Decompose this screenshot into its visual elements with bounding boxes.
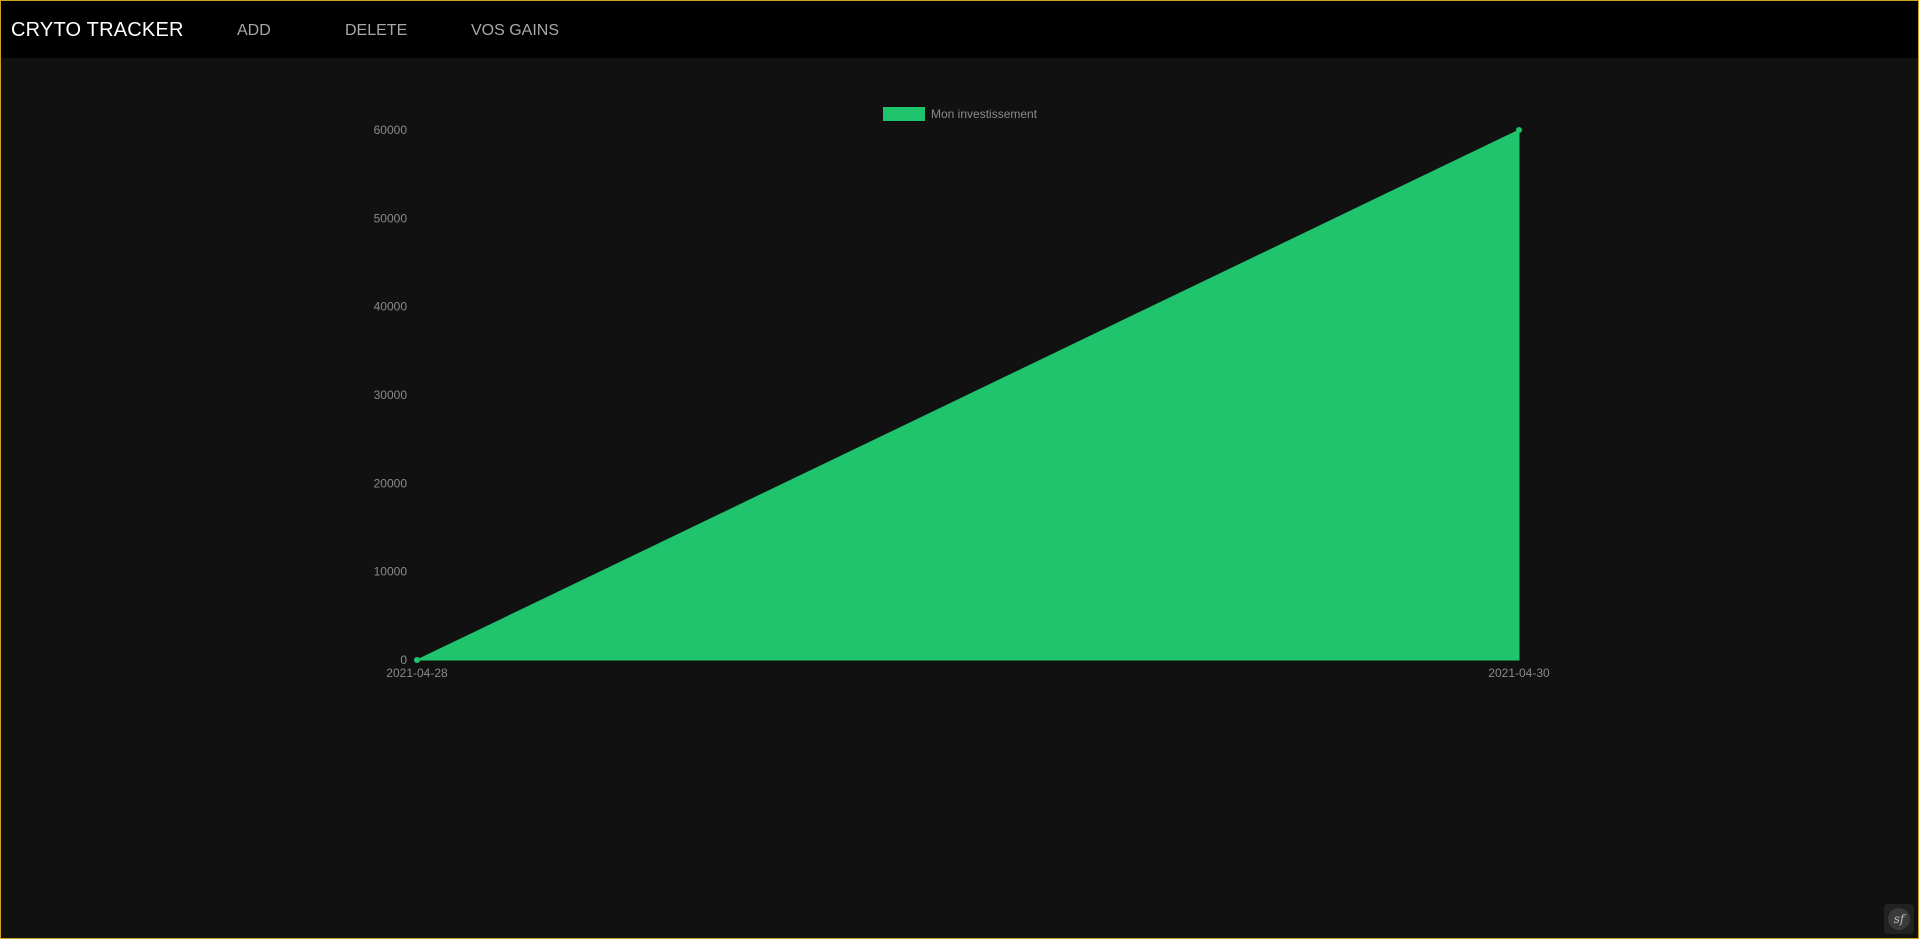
series-area <box>416 129 1520 661</box>
x-tick-label: 2021-04-30 <box>1488 666 1550 680</box>
data-point <box>414 657 420 663</box>
symfony-toolbar-toggle[interactable]: sf <box>1884 904 1914 934</box>
data-point <box>1516 127 1522 133</box>
y-tick-label: 60000 <box>374 123 408 137</box>
y-tick-label: 40000 <box>374 300 408 314</box>
chart-canvas: Mon investissement 0 10000 20000 30000 40000 5… <box>374 107 1550 680</box>
nav-link-add[interactable]: ADD <box>237 22 271 40</box>
x-tick-label: 2021-04-28 <box>386 666 448 680</box>
y-tick-label: 0 <box>400 653 407 667</box>
y-tick-label: 50000 <box>374 211 408 225</box>
legend-label: Mon investissement <box>931 107 1038 121</box>
y-tick-label: 10000 <box>374 565 408 579</box>
nav-link-delete[interactable]: DELETE <box>345 22 407 40</box>
investment-chart: Mon investissement 0 10000 20000 30000 40000 5… <box>1 58 1918 938</box>
y-tick-label: 20000 <box>374 476 408 490</box>
y-tick-label: 30000 <box>374 388 408 402</box>
symfony-logo-icon: sf <box>1888 908 1910 930</box>
nav-link-vos-gains[interactable]: VOS GAINS <box>471 22 559 40</box>
brand-link[interactable]: CRYTO TRACKER <box>11 19 184 42</box>
app-window: CRYTO TRACKER ADD DELETE VOS GAINS Mon i… <box>0 0 1919 939</box>
navbar: CRYTO TRACKER ADD DELETE VOS GAINS <box>1 1 1918 58</box>
legend-swatch <box>883 107 925 121</box>
